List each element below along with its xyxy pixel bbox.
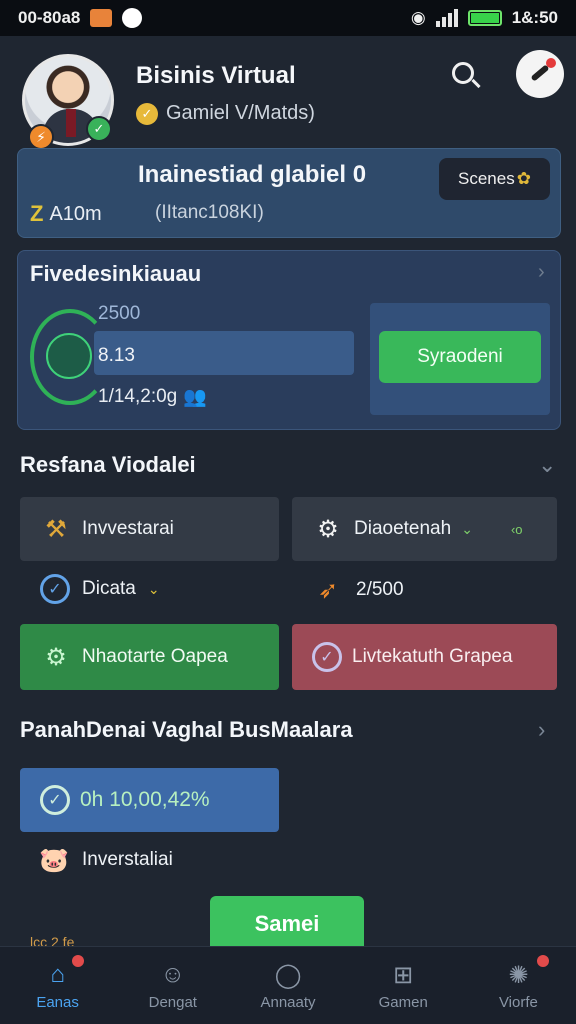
score-row-label: 2/500 (356, 579, 404, 600)
investment-card: Fivedesinkiauau › 2500 8.13 1/14,2:0g 👥 … (17, 250, 561, 430)
red-action-label: Livtekatuth Grapea (352, 646, 513, 667)
profile-subtitle: ✓ Gamiel V/Matds) (136, 102, 315, 125)
green-action-tile[interactable]: ⚙ Nhaotarte Oapea (20, 624, 279, 690)
chevron-right-icon[interactable]: › (538, 717, 545, 743)
score-row: ➶ 2/500 (312, 574, 404, 606)
notification-circle-icon (122, 8, 143, 28)
gear-icon: ⚙ (317, 515, 339, 543)
eye-icon: ◉ (410, 8, 426, 27)
scenes-button[interactable]: Scenes ✿ (439, 158, 550, 200)
save-button[interactable]: Samei (210, 896, 364, 952)
growth-stat-value: 0h 10,00,42% (80, 788, 210, 811)
red-action-tile[interactable]: ✓ Livtekatuth Grapea (292, 624, 557, 690)
nav-chat[interactable]: ◯ Annaaty (230, 947, 345, 1024)
home-icon: ⌂ (50, 961, 65, 988)
invest-row-label: Inverstaliai (82, 849, 173, 870)
balance-title: Inainestiad glabiel 0 (138, 161, 367, 188)
nav-settings-label: Viorfe (498, 994, 538, 1011)
notification-dot (546, 58, 556, 68)
profile-icon: ☺ (160, 961, 186, 988)
growth-stat-tile[interactable]: ✓ 0h 10,00,42% (20, 768, 279, 832)
status-time-right: 1&:50 (511, 8, 558, 27)
sync-button[interactable]: Syraodeni (379, 331, 541, 383)
verified-badge-icon: ✓ (86, 116, 112, 142)
investment-value-top: 2500 (98, 303, 141, 324)
reports-section-title: Resfana Viodalei (20, 452, 196, 477)
business-section-title: PanahDenai Vaghal BusMaalara (20, 717, 353, 742)
battery-icon (467, 10, 502, 26)
rocket-icon: ➶ (317, 576, 339, 604)
settings-icon: ✺ (508, 961, 529, 989)
status-bar: 00-80a8 ◉ 1&:50 (0, 0, 576, 36)
wrench-icon (530, 64, 550, 82)
tools-button[interactable] (516, 50, 564, 98)
notification-dot (72, 955, 84, 967)
nav-chat-label: Annaaty (260, 994, 316, 1011)
piggy-bank-icon: 🐷 (39, 846, 69, 874)
balance-amount-value: A10m (49, 202, 102, 225)
people-icon: 👥 (183, 387, 207, 408)
check-circle-icon: ✓ (40, 785, 70, 815)
flower-icon: ✿ (516, 169, 531, 188)
nav-profile-label: Dengat (148, 994, 197, 1011)
nav-profile[interactable]: ☺ Dengat (115, 947, 230, 1024)
check-circle-icon: ✓ (312, 642, 342, 672)
balance-amount: Z A10m (30, 201, 102, 227)
dashboard-tile-extra: ‹ο (510, 521, 523, 537)
invest-tile[interactable]: ⚒ Invvestarai (20, 497, 279, 561)
level-badge-icon: ⚡ (28, 124, 54, 150)
investment-value-bottom-text: 1/14,2:0g (98, 386, 178, 407)
settings-cog-icon: ⚙ (45, 643, 67, 671)
nav-games[interactable]: ⊞ Gamen (346, 947, 461, 1024)
investment-value-mid: 8.13 (98, 345, 135, 366)
search-button[interactable] (446, 56, 486, 96)
avatar-tie (66, 109, 76, 137)
data-row-label: Dicata (82, 578, 136, 599)
invest-row[interactable]: 🐷 Inverstaliai (38, 844, 173, 876)
chevron-down-small-icon: ⌄ (461, 520, 473, 537)
nav-settings[interactable]: ✺ Viorfe (461, 947, 576, 1024)
profile-subtitle-text: Gamiel V/Matds) (166, 102, 315, 124)
chat-icon: ◯ (274, 961, 302, 989)
nav-games-label: Gamen (378, 994, 428, 1011)
investment-title: Fivedesinkiauau (30, 261, 202, 286)
currency-icon: Z (30, 201, 44, 226)
check-circle-icon: ✓ (40, 574, 70, 604)
signal-icon (435, 9, 458, 27)
notification-app-icon (90, 9, 113, 27)
profile-name: Bisinis Virtual (136, 62, 296, 89)
nav-home-label: Eanas (36, 994, 79, 1011)
scenes-label: Scenes (458, 169, 515, 188)
profile-header: ⚡ ✓ Bisinis Virtual ✓ Gamiel V/Matds) (0, 36, 576, 150)
chevron-down-icon[interactable]: ⌄ (538, 452, 556, 478)
nav-home[interactable]: ⌂ Eanas (0, 947, 115, 1024)
hammer-icon: ⚒ (45, 515, 67, 543)
dashboard-tile-label: Diaoetenah (354, 518, 452, 539)
games-icon: ⊞ (393, 961, 414, 989)
coin-icon: ✓ (136, 102, 158, 125)
invest-tile-label: Invvestarai (82, 518, 174, 539)
chevron-down-small-icon: ⌄ (147, 580, 160, 597)
balance-card[interactable]: Inainestiad glabiel 0 Z A10m (IItanc108K… (17, 148, 561, 238)
data-row[interactable]: ✓ Dicata ⌄ (40, 574, 160, 604)
bottom-nav: ⌂ Eanas ☺ Dengat ◯ Annaaty ⊞ Gamen ✺ Vio… (0, 946, 576, 1024)
green-action-label: Nhaotarte Oapea (82, 646, 228, 667)
balance-sub: (IItanc108KI) (155, 202, 264, 223)
status-time-left: 00-80a8 (18, 8, 81, 27)
notification-dot (536, 955, 549, 967)
chevron-right-icon[interactable]: › (538, 261, 545, 284)
investment-value-bottom: 1/14,2:0g 👥 (98, 385, 207, 409)
dashboard-tile[interactable]: ⚙ Diaoetenah ⌄ ‹ο (292, 497, 557, 561)
